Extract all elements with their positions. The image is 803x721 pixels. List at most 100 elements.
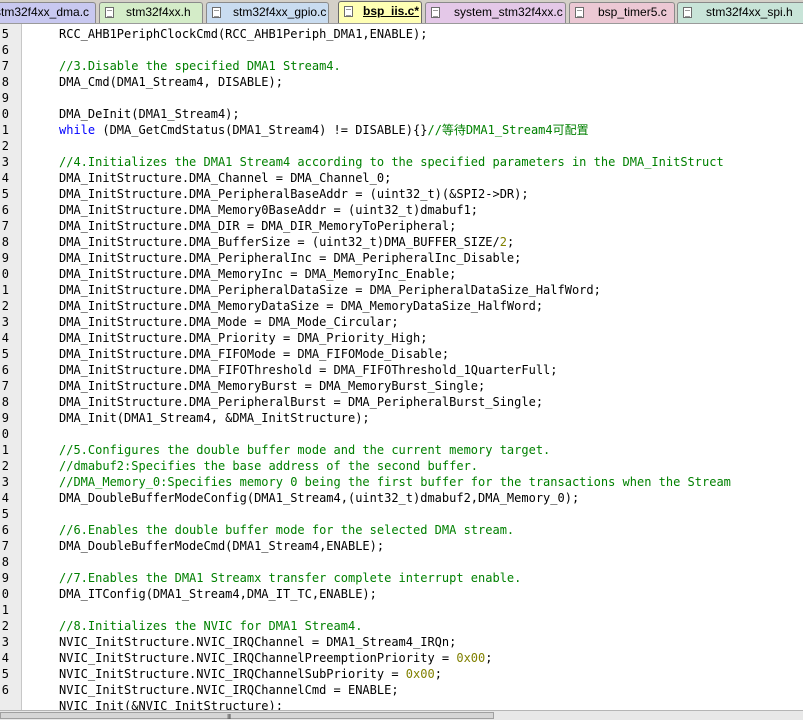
code-comment: //7.Enables the DMA1 Streamx transfer co…	[59, 571, 522, 585]
code-line[interactable]: //6.Enables the double buffer mode for t…	[59, 522, 514, 538]
code-line[interactable]: DMA_InitStructure.DMA_DIR = DMA_DIR_Memo…	[59, 218, 456, 234]
line-number: 6	[1, 523, 9, 537]
line-number: 7	[1, 539, 9, 553]
code-line[interactable]: DMA_InitStructure.DMA_FIFOThreshold = DM…	[59, 362, 558, 378]
file-icon	[344, 6, 353, 17]
code-text: ;	[506, 235, 515, 249]
scrollbar-grip-icon: III	[227, 713, 231, 721]
line-number: 0	[1, 587, 9, 601]
code-text: DMA_ITConfig(DMA1_Stream4,DMA_IT_TC,ENAB…	[59, 587, 377, 601]
line-number: 2	[1, 459, 9, 473]
line-number: 3	[1, 315, 9, 329]
line-number: 0	[1, 427, 9, 441]
file-icon	[575, 7, 584, 18]
code-line[interactable]: DMA_InitStructure.DMA_MemoryDataSize = D…	[59, 298, 543, 314]
file-icon	[431, 7, 440, 18]
code-line[interactable]: DMA_InitStructure.DMA_PeripheralBaseAddr…	[59, 186, 529, 202]
code-line[interactable]: DMA_InitStructure.DMA_Memory0BaseAddr = …	[59, 202, 478, 218]
code-text: DMA_InitStructure.DMA_Priority = DMA_Pri…	[59, 331, 428, 345]
code-line[interactable]: //dmabuf2:Specifies the base address of …	[59, 458, 478, 474]
tab-label: stm32f4xx.h	[126, 5, 191, 19]
code-text: DMA_InitStructure.DMA_PeripheralBaseAddr…	[59, 187, 529, 201]
tab-bsp-timer5-c[interactable]: bsp_timer5.c	[569, 2, 675, 23]
code-line[interactable]: DMA_InitStructure.DMA_Priority = DMA_Pri…	[59, 330, 427, 346]
code-line[interactable]: RCC_AHB1PeriphClockCmd(RCC_AHB1Periph_DM…	[59, 26, 427, 42]
file-icon	[212, 7, 221, 18]
tab-system-stm32f4xx-c[interactable]: system_stm32f4xx.c	[425, 2, 566, 23]
code-line[interactable]: DMA_Init(DMA1_Stream4, &DMA_InitStructur…	[59, 410, 370, 426]
line-number: 1	[1, 603, 9, 617]
code-text: DMA_InitStructure.DMA_PeripheralDataSize…	[59, 283, 601, 297]
code-line[interactable]: //DMA_Memory_0:Specifies memory 0 being …	[59, 474, 731, 490]
line-number: 1	[1, 123, 9, 137]
code-line[interactable]: DMA_InitStructure.DMA_FIFOMode = DMA_FIF…	[59, 346, 449, 362]
line-number: 1	[1, 283, 9, 297]
line-number: 4	[1, 331, 9, 345]
line-number: 8	[1, 395, 9, 409]
code-line[interactable]: //3.Disable the specified DMA1 Stream4.	[59, 58, 341, 74]
code-comment: //DMA_Memory_0:Specifies memory 0 being …	[59, 475, 731, 489]
line-number: 7	[1, 59, 9, 73]
code-text: DMA_Init(DMA1_Stream4, &DMA_InitStructur…	[59, 411, 370, 425]
code-line[interactable]: DMA_InitStructure.DMA_BufferSize = (uint…	[59, 234, 514, 250]
code-line[interactable]: while (DMA_GetCmdStatus(DMA1_Stream4) !=…	[59, 122, 589, 138]
code-line[interactable]: DMA_DeInit(DMA1_Stream4);	[59, 106, 240, 122]
code-text: NVIC_InitStructure.NVIC_IRQChannelCmd = …	[59, 683, 399, 697]
line-number: 9	[1, 91, 9, 105]
line-number: 3	[1, 155, 9, 169]
code-number: 0x00	[456, 651, 486, 665]
line-number: 6	[1, 363, 9, 377]
code-line[interactable]: DMA_InitStructure.DMA_PeripheralInc = DM…	[59, 250, 521, 266]
line-number: 8	[1, 75, 9, 89]
code-line[interactable]: NVIC_Init(&NVIC_InitStructure);	[59, 698, 283, 710]
line-number: 6	[1, 43, 9, 57]
line-number: 2	[1, 299, 9, 313]
code-comment: //dmabuf2:Specifies the base address of …	[59, 459, 479, 473]
file-tab-bar: stm32f4xx_dma.c stm32f4xx.h stm32f4xx_gpio…	[0, 0, 803, 24]
code-comment: //8.Initializes the NVIC for DMA1 Stream…	[59, 619, 363, 633]
code-line[interactable]: DMA_Cmd(DMA1_Stream4, DISABLE);	[59, 74, 283, 90]
tab-stm32f4xx-h[interactable]: stm32f4xx.h	[99, 2, 203, 23]
code-line[interactable]: NVIC_InitStructure.NVIC_IRQChannelPreemp…	[59, 650, 493, 666]
line-number: 9	[1, 411, 9, 425]
code-text: ;	[485, 651, 493, 665]
code-line[interactable]: //7.Enables the DMA1 Streamx transfer co…	[59, 570, 521, 586]
code-text: (DMA_GetCmdStatus(DMA1_Stream4) != DISAB…	[95, 123, 428, 137]
code-number: 2	[499, 235, 507, 249]
code-editor[interactable]: 5 6 7 8 9 0 1 2 3 4 5 6 7 8 9 0 1 2 3 4 5 6 7 8 9 0 1 2 3 4 5 6 7 8 9 0 1 2 3 4…	[0, 24, 803, 710]
code-line[interactable]: DMA_InitStructure.DMA_PeripheralBurst = …	[59, 394, 543, 410]
code-line[interactable]: NVIC_InitStructure.NVIC_IRQChannelSubPri…	[59, 666, 442, 682]
code-line[interactable]: DMA_InitStructure.DMA_PeripheralDataSize…	[59, 282, 601, 298]
tab-stm32f4xx-gpio-c[interactable]: stm32f4xx_gpio.c	[206, 2, 329, 23]
code-line[interactable]: DMA_ITConfig(DMA1_Stream4,DMA_IT_TC,ENAB…	[59, 586, 377, 602]
code-line[interactable]: DMA_InitStructure.DMA_Channel = DMA_Chan…	[59, 170, 391, 186]
code-keyword: while	[59, 123, 96, 137]
code-text: NVIC_InitStructure.NVIC_IRQChannelSubPri…	[59, 667, 406, 681]
code-comment: //等待DMA1_Stream4可配置	[427, 123, 589, 137]
code-comment: //4.Initializes the DMA1 Stream4 accordi…	[59, 155, 724, 169]
code-line[interactable]: NVIC_InitStructure.NVIC_IRQChannelCmd = …	[59, 682, 399, 698]
scrollbar-thumb[interactable]: III	[0, 712, 494, 721]
code-line[interactable]: DMA_InitStructure.DMA_Mode = DMA_Mode_Ci…	[59, 314, 399, 330]
line-number-gutter: 5 6 7 8 9 0 1 2 3 4 5 6 7 8 9 0 1 2 3 4 5 6 7 8 9 0 1 2 3 4 5 6 7 8 9 0 1 2 3 4…	[0, 24, 22, 710]
code-line[interactable]: DMA_InitStructure.DMA_MemoryInc = DMA_Me…	[59, 266, 456, 282]
code-line[interactable]: //8.Initializes the NVIC for DMA1 Stream…	[59, 618, 362, 634]
code-text: DMA_InitStructure.DMA_DIR = DMA_DIR_Memo…	[59, 219, 457, 233]
code-text: DMA_InitStructure.DMA_FIFOMode = DMA_FIF…	[59, 347, 450, 361]
line-number: 4	[1, 491, 9, 505]
code-line[interactable]: DMA_DoubleBufferModeConfig(DMA1_Stream4,…	[59, 490, 579, 506]
line-number: 0	[1, 267, 9, 281]
code-line[interactable]: //4.Initializes the DMA1 Stream4 accordi…	[59, 154, 724, 170]
code-line[interactable]: //5.Configures the double buffer mode an…	[59, 442, 550, 458]
line-number: 2	[1, 619, 9, 633]
code-line[interactable]: DMA_InitStructure.DMA_MemoryBurst = DMA_…	[59, 378, 485, 394]
tab-label: stm32f4xx_dma.c	[0, 5, 90, 19]
code-text: DMA_InitStructure.DMA_PeripheralBurst = …	[59, 395, 544, 409]
code-line[interactable]: DMA_DoubleBufferModeCmd(DMA1_Stream4,ENA…	[59, 538, 384, 554]
code-line[interactable]: NVIC_InitStructure.NVIC_IRQChannel = DMA…	[59, 634, 456, 650]
tab-bsp-iis-c[interactable]: bsp_iis.c*	[338, 1, 422, 23]
code-number: 0x00	[405, 667, 435, 681]
tab-stm32f4xx-dma-c[interactable]: stm32f4xx_dma.c	[0, 2, 96, 23]
tab-stm32f4xx-spi-h[interactable]: stm32f4xx_spi.h	[677, 2, 803, 23]
code-text: DMA_InitStructure.DMA_MemoryInc = DMA_Me…	[59, 267, 457, 281]
